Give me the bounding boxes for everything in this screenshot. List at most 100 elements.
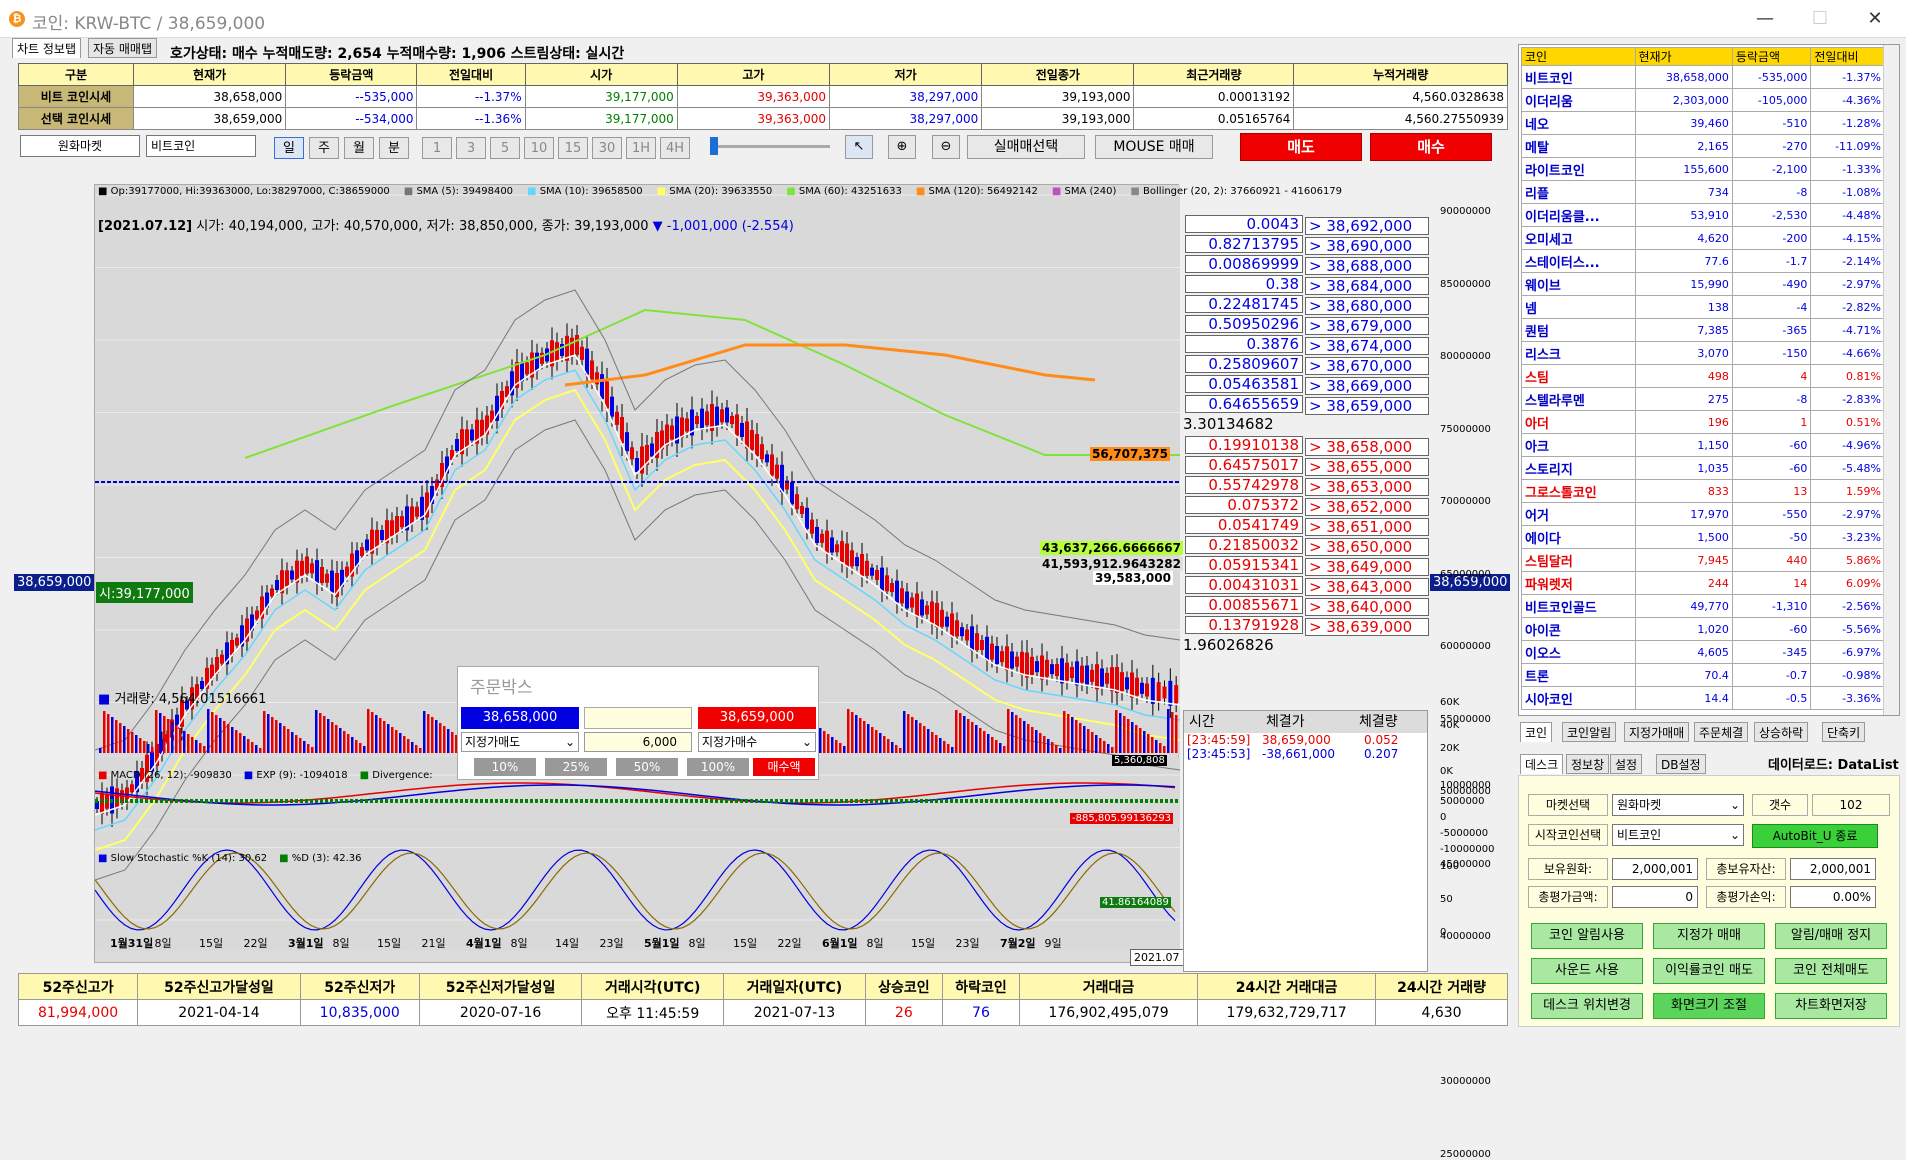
coin-list-row[interactable]: 에이다 1,500 -50 -3.23% [1521, 525, 1885, 549]
sub-tab[interactable]: DB설정 [1656, 754, 1706, 774]
coin-list-row[interactable]: 비트코인 38,658,000 -535,000 -1.37% [1521, 65, 1885, 89]
ask-price[interactable]: > 38,692,000 [1305, 217, 1429, 235]
period-button[interactable]: 월 [344, 137, 374, 159]
coin-list-row[interactable]: 트론 70.4 -0.7 -0.98% [1521, 663, 1885, 687]
coin-name[interactable]: 아크 [1521, 433, 1636, 457]
period-button[interactable]: 분 [379, 137, 409, 159]
buy-type-select[interactable]: 지정가매수 ⌄ [698, 732, 816, 752]
minute-button[interactable]: 3 [456, 137, 486, 159]
coin-list-row[interactable]: 파워렛저 244 14 6.09% [1521, 571, 1885, 595]
action-button[interactable]: 코인 전체매도 [1775, 958, 1887, 984]
bid-price[interactable]: > 38,650,000 [1305, 538, 1429, 556]
buy-button[interactable]: 매수 [1370, 133, 1492, 161]
close-button[interactable]: ✕ [1855, 4, 1895, 34]
coin-name[interactable]: 파워렛저 [1521, 571, 1636, 595]
action-button[interactable]: 알림/매매 정지 [1775, 923, 1887, 949]
minimize-button[interactable]: — [1745, 4, 1785, 34]
action-button[interactable]: 지정가 매매 [1653, 923, 1765, 949]
coin-name[interactable]: 스토리지 [1521, 456, 1636, 480]
coin-name[interactable]: 스팀 [1521, 364, 1636, 388]
bid-price[interactable]: > 38,652,000 [1305, 498, 1429, 516]
coin-name[interactable]: 네오 [1521, 111, 1636, 135]
sell-button[interactable]: 매도 [1240, 133, 1362, 161]
ask-price[interactable]: > 38,690,000 [1305, 237, 1429, 255]
coin-list-row[interactable]: 아크 1,150 -60 -4.96% [1521, 433, 1885, 457]
coin-name[interactable]: 스텔라루멘 [1521, 387, 1636, 411]
percent-button[interactable]: 25% [545, 758, 607, 776]
side-tab[interactable]: 코인알림 [1562, 722, 1617, 742]
minute-button[interactable]: 1 [422, 137, 452, 159]
price-pane[interactable] [95, 185, 1180, 685]
coin-name[interactable]: 오미세고 [1521, 226, 1636, 250]
period-button[interactable]: 주 [309, 137, 339, 159]
coin-name[interactable]: 아이콘 [1521, 617, 1636, 641]
coin-list-header[interactable]: 전일대비 [1810, 47, 1885, 66]
market-select[interactable]: 원화마켓 ⌄ [1612, 794, 1744, 816]
minute-button[interactable]: 10 [524, 137, 554, 159]
buy-amount-button[interactable]: 매수액 [753, 758, 815, 776]
action-button[interactable]: 코인 알림사용 [1531, 923, 1643, 949]
minute-button[interactable]: 4H [660, 137, 690, 159]
coin-name[interactable]: 스테이터스... [1521, 249, 1636, 273]
pointer-icon[interactable]: ↖ [845, 135, 873, 159]
bid-price[interactable]: > 38,651,000 [1305, 518, 1429, 536]
stoch-pane[interactable] [95, 831, 1180, 951]
bid-price[interactable]: > 38,639,000 [1305, 618, 1429, 636]
coin-name[interactable]: 어거 [1521, 502, 1636, 526]
minute-button[interactable]: 1H [626, 137, 656, 159]
coin-list-row[interactable]: 이더리움 2,303,000 -105,000 -4.36% [1521, 88, 1885, 112]
tab-auto-trade[interactable]: 자동 매매탭 [88, 38, 158, 58]
ask-price[interactable]: > 38,688,000 [1305, 257, 1429, 275]
ask-price[interactable]: > 38,684,000 [1305, 277, 1429, 295]
coin-list-row[interactable]: 퀀텀 7,385 -365 -4.71% [1521, 318, 1885, 342]
market-field[interactable]: 원화마켓 [20, 135, 140, 157]
coin-list-row[interactable]: 이더리움클... 53,910 -2,530 -4.48% [1521, 203, 1885, 227]
coin-list-scrollbar[interactable] [1883, 45, 1899, 715]
zoom-slider-thumb[interactable] [710, 137, 718, 155]
side-tab[interactable]: 지정가매매 [1624, 722, 1690, 742]
coin-list-row[interactable]: 스테이터스... 77.6 -1.7 -2.14% [1521, 249, 1885, 273]
coin-name[interactable]: 퀀텀 [1521, 318, 1636, 342]
coin-list-row[interactable]: 시아코인 14.4 -0.5 -3.36% [1521, 686, 1885, 710]
coin-list-header[interactable]: 등락금액 [1731, 47, 1812, 66]
sell-price-field[interactable]: 38,659,000 [698, 707, 816, 729]
coin-list-row[interactable]: 스텔라루멘 275 -8 -2.83% [1521, 387, 1885, 411]
coin-list-row[interactable]: 아이콘 1,020 -60 -5.56% [1521, 617, 1885, 641]
coin-name[interactable]: 이더리움 [1521, 88, 1636, 112]
coin-name[interactable]: 에이다 [1521, 525, 1636, 549]
coin-field[interactable]: 비트코인 [146, 135, 256, 157]
sell-type-select[interactable]: 지정가매도 ⌄ [461, 732, 579, 752]
coin-list-header[interactable]: 코인 [1521, 47, 1636, 66]
start-coin-select[interactable]: 비트코인 ⌄ [1612, 824, 1744, 846]
coin-name[interactable]: 메탈 [1521, 134, 1636, 158]
side-tab[interactable]: 단축키 [1822, 722, 1866, 742]
coin-name[interactable]: 시아코인 [1521, 686, 1636, 710]
ask-price[interactable]: > 38,669,000 [1305, 377, 1429, 395]
coin-list-row[interactable]: 라이트코인 155,600 -2,100 -1.33% [1521, 157, 1885, 181]
zoom-slider-track[interactable] [710, 145, 830, 148]
coin-list-row[interactable]: 네오 39,460 -510 -1.28% [1521, 111, 1885, 135]
zoom-out-icon[interactable]: ⊖ [932, 135, 960, 159]
ask-price[interactable]: > 38,680,000 [1305, 297, 1429, 315]
coin-list-row[interactable]: 스팀 498 4 0.81% [1521, 364, 1885, 388]
ask-price[interactable]: > 38,674,000 [1305, 337, 1429, 355]
minute-button[interactable]: 5 [490, 137, 520, 159]
coin-list-row[interactable]: 넴 138 -4 -2.82% [1521, 295, 1885, 319]
coin-list-row[interactable]: 그로스톨코인 833 13 1.59% [1521, 479, 1885, 503]
bid-price[interactable]: > 38,649,000 [1305, 558, 1429, 576]
mouse-trade-button[interactable]: MOUSE 매매 [1095, 135, 1213, 159]
sub-tab[interactable]: 정보창 [1566, 754, 1610, 774]
bid-price[interactable]: > 38,640,000 [1305, 598, 1429, 616]
coin-name[interactable]: 리플 [1521, 180, 1636, 204]
coin-name[interactable]: 아더 [1521, 410, 1636, 434]
action-button[interactable]: 이익률코인 매도 [1653, 958, 1765, 984]
quantity-stepper[interactable]: 6,000 [584, 732, 692, 752]
sub-tab[interactable]: 설정 [1610, 754, 1643, 774]
coin-list-row[interactable]: 비트코인골드 49,770 -1,310 -2.56% [1521, 594, 1885, 618]
coin-list-row[interactable]: 어거 17,970 -550 -2.97% [1521, 502, 1885, 526]
buy-price-field[interactable]: 38,658,000 [461, 707, 579, 729]
ask-price[interactable]: > 38,679,000 [1305, 317, 1429, 335]
real-trade-button[interactable]: 실매매선택 [967, 135, 1085, 159]
bid-price[interactable]: > 38,653,000 [1305, 478, 1429, 496]
chart-area[interactable] [94, 184, 1181, 1138]
